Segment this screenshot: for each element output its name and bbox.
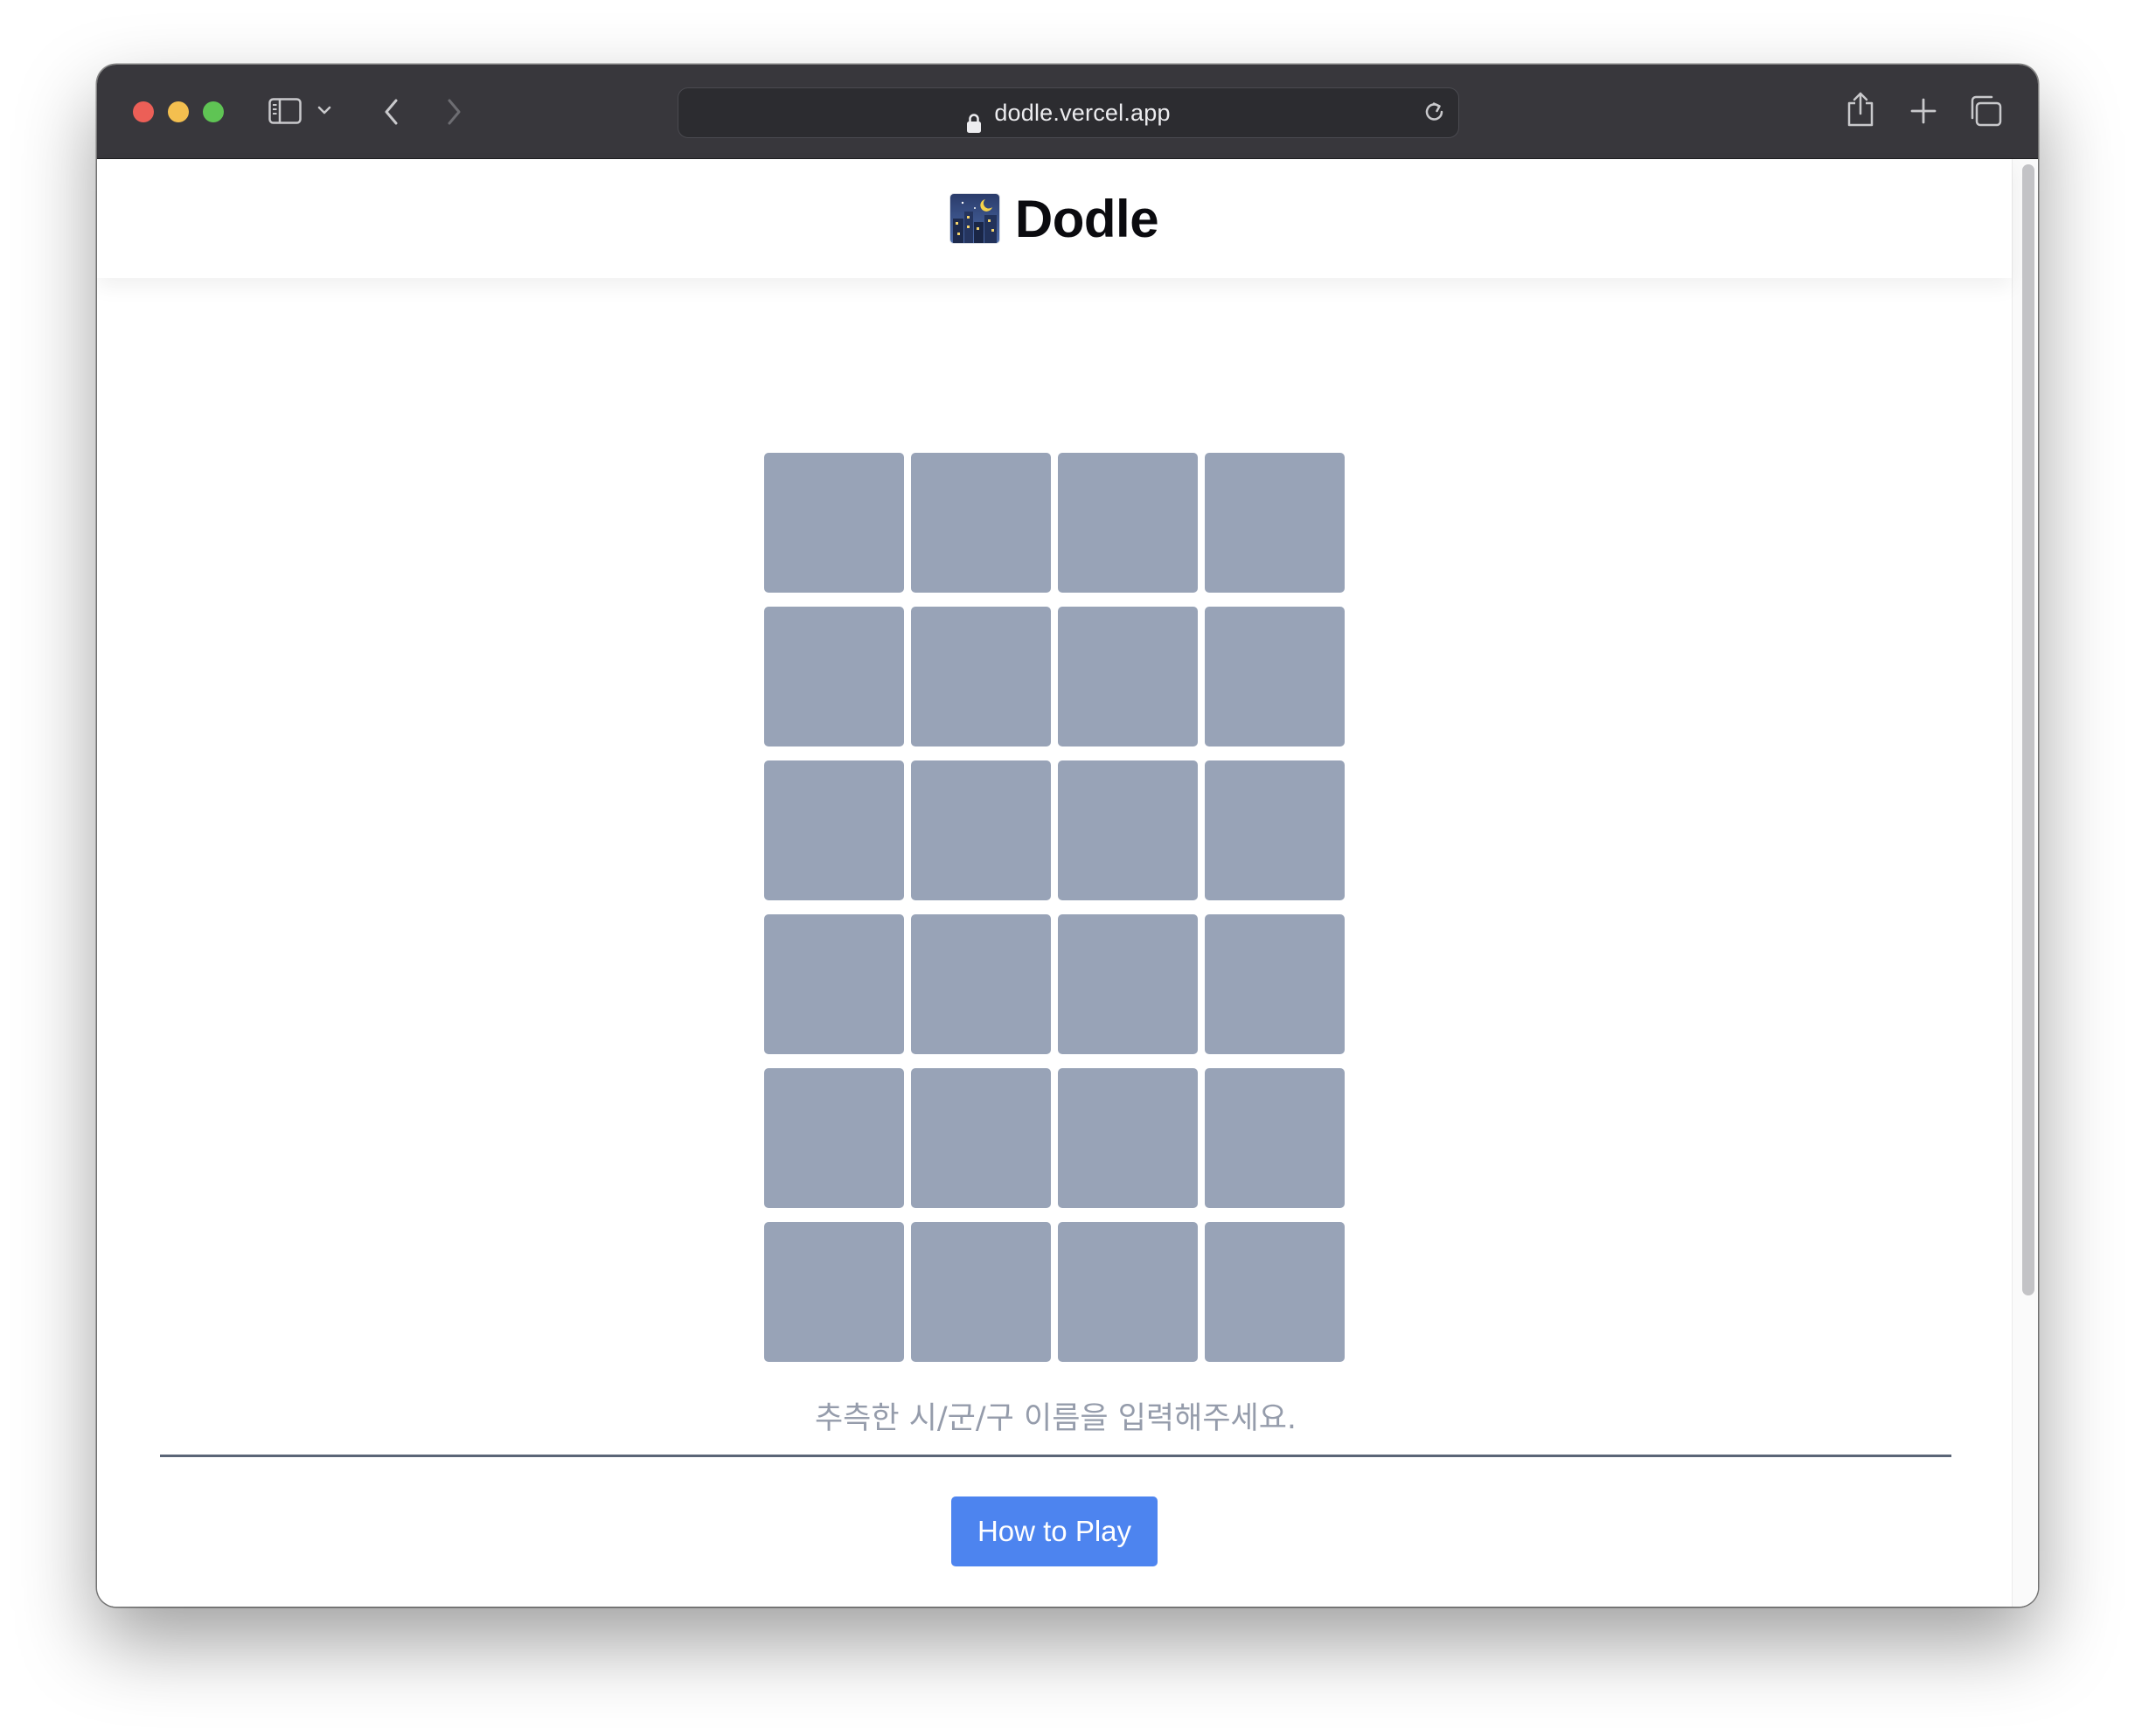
- board-tile: [1058, 760, 1198, 900]
- board-tile: [764, 1068, 904, 1208]
- board-tile: [1058, 453, 1198, 593]
- share-icon[interactable]: [1846, 91, 1875, 128]
- board-tile: [1205, 1222, 1345, 1362]
- how-to-play-button[interactable]: How to Play: [951, 1496, 1158, 1566]
- screenshot-stage: dodle.vercel.app Dodle 추측한 시/군/구 이름을 입력해…: [0, 0, 2135, 1736]
- board-tile: [1205, 607, 1345, 746]
- board-tile: [1205, 760, 1345, 900]
- board-tile: [911, 914, 1051, 1054]
- reload-icon[interactable]: [1422, 99, 1448, 129]
- night-city-emoji-icon: [949, 194, 999, 243]
- scrollbar-thumb[interactable]: [2022, 164, 2034, 1295]
- close-window-button[interactable]: [133, 101, 154, 122]
- board-tile: [764, 453, 904, 593]
- board-tile: [764, 1222, 904, 1362]
- browser-window: dodle.vercel.app Dodle 추측한 시/군/구 이름을 입력해…: [97, 65, 2038, 1607]
- url-text: dodle.vercel.app: [994, 100, 1171, 126]
- zoom-window-button[interactable]: [203, 101, 224, 122]
- guess-input[interactable]: [160, 1387, 1951, 1457]
- board-tile: [1058, 1068, 1198, 1208]
- plus-icon[interactable]: [1909, 97, 1937, 125]
- board-tile: [1058, 607, 1198, 746]
- back-icon[interactable]: [383, 98, 400, 126]
- board-tile: [1205, 1068, 1345, 1208]
- board-tile: [911, 1222, 1051, 1362]
- browser-toolbar: dodle.vercel.app: [97, 65, 2038, 159]
- chevron-down-icon[interactable]: [317, 105, 331, 115]
- board-tile: [911, 607, 1051, 746]
- tabs-icon[interactable]: [1969, 95, 2002, 127]
- board-tile: [1205, 453, 1345, 593]
- board-tile: [764, 607, 904, 746]
- board-tile: [911, 760, 1051, 900]
- site-title: Dodle: [1014, 189, 1159, 248]
- web-page: Dodle How to Play: [97, 159, 2038, 1607]
- guess-board: [764, 453, 1348, 1362]
- forward-icon[interactable]: [445, 98, 462, 126]
- address-bar[interactable]: dodle.vercel.app: [678, 87, 1459, 138]
- board-tile: [1058, 1222, 1198, 1362]
- board-tile: [911, 453, 1051, 593]
- minimize-window-button[interactable]: [168, 101, 189, 122]
- board-tile: [1205, 914, 1345, 1054]
- board-tile: [911, 1068, 1051, 1208]
- board-tile: [1058, 914, 1198, 1054]
- sidebar-icon[interactable]: [268, 98, 302, 124]
- board-tile: [764, 760, 904, 900]
- site-header: Dodle: [97, 159, 2012, 278]
- brand: Dodle: [97, 159, 2012, 278]
- lock-icon: [966, 101, 982, 150]
- board-tile: [764, 914, 904, 1054]
